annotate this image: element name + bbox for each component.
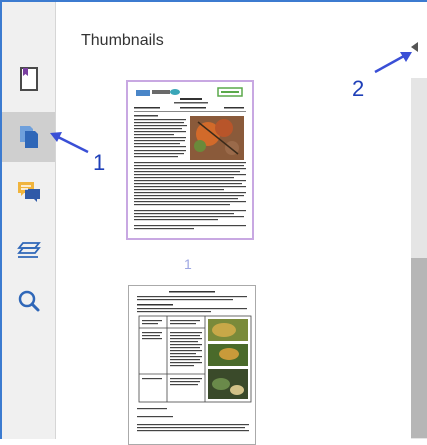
annotation-label-2: 2	[352, 76, 365, 101]
annotation-label-1: 1	[93, 150, 106, 175]
annotation-arrow-2	[374, 52, 412, 74]
annotation-overlay	[50, 52, 412, 154]
annotation-arrow-1	[50, 132, 89, 154]
